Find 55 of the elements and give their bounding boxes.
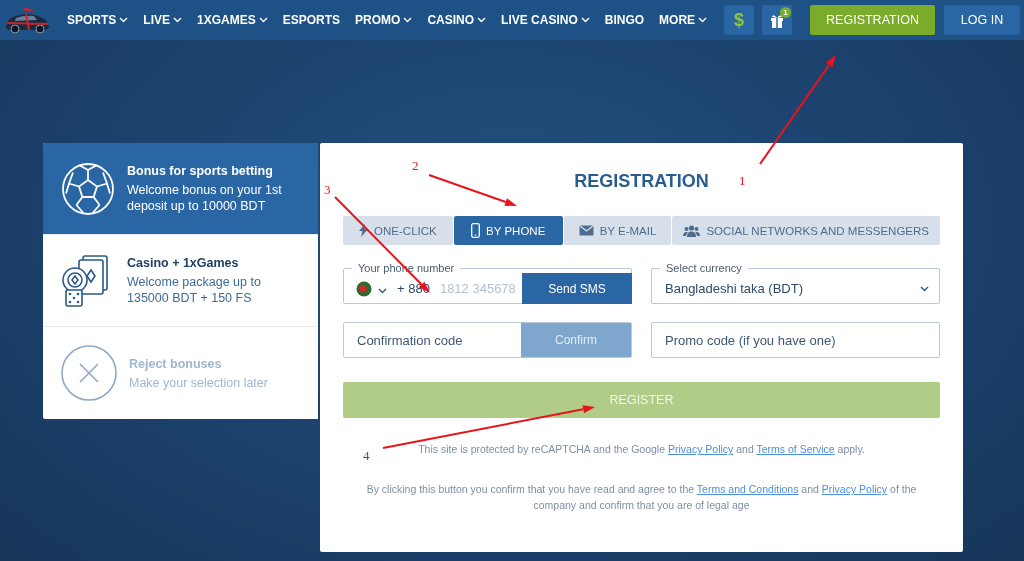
form-title: REGISTRATION [574, 171, 709, 191]
soccer-ball-icon [61, 161, 115, 216]
annotation-number: 4 [363, 448, 370, 463]
chevron-down-icon [403, 17, 413, 23]
login-button[interactable]: LOG IN [944, 5, 1020, 35]
nav-link[interactable]: LIVE [143, 13, 182, 27]
bonus-description: Welcome package up to 135000 BDT + 150 FS [127, 274, 262, 306]
nav-link[interactable]: PROMO [355, 13, 413, 27]
phone-icon [471, 223, 481, 238]
recaptcha-notice: This site is protected by reCAPTCHA and the Google Privacy Policy and Terms of Service apply. [418, 442, 865, 457]
chevron-down-icon [920, 285, 929, 292]
policy-link[interactable]: Terms of Service [756, 443, 835, 455]
gift-icon [770, 12, 784, 28]
notification-badge: 1 [780, 7, 791, 18]
policy-link[interactable]: Privacy Policy [667, 443, 734, 455]
send-sms-button[interactable]: Send SMS [522, 273, 632, 304]
chevron-down-icon [173, 17, 182, 23]
chevron-down-icon [698, 17, 708, 23]
bonus-title: Bonus for sports betting [127, 163, 274, 179]
close-circle-icon [61, 345, 117, 401]
annotation-number: 1 [739, 173, 746, 188]
bonus-option[interactable]: Bonus for sports betting Welcome bonus on your 1st deposit up to 10000 BDT [43, 143, 318, 235]
bonus-option[interactable]: Casino + 1xGames Welcome package up to 135000 BDT + 150 FS [43, 235, 318, 327]
policy-link[interactable]: Privacy Policy [821, 483, 888, 495]
chevron-down-icon [378, 287, 387, 294]
bonus-title: Reject bonuses [129, 355, 223, 372]
tab[interactable]: BY PHONE [453, 216, 563, 245]
legal-notice: By clicking this button you confirm that you have read and agree to the Terms and Conditions and Privacy Policy of the company and confirm that you are of legal age [365, 482, 918, 513]
policy-link[interactable]: Terms and Conditions [696, 483, 799, 495]
lightning-icon [359, 224, 369, 237]
people-icon [683, 224, 701, 237]
nav-link[interactable]: SPORTS [67, 13, 129, 27]
bonus-description: Make your selection later [129, 374, 268, 391]
nav-link[interactable]: CASINO [427, 13, 487, 27]
nav-link[interactable]: 1XGAMES [197, 13, 268, 27]
tab[interactable]: ONE-CLICK [343, 216, 453, 245]
nav-link[interactable]: LIVE CASINO [501, 13, 590, 27]
bonus-title: Casino + 1xGames [127, 255, 240, 271]
flag-icon [356, 280, 372, 297]
envelope-icon [578, 225, 594, 236]
car-logo-icon[interactable] [4, 6, 50, 34]
tab[interactable]: SOCIAL NETWORKS AND MESSENGERS [672, 216, 940, 245]
promo-code-field[interactable]: Promo code (if you have one) [651, 322, 940, 358]
nav-link[interactable]: ESPORTS [282, 13, 341, 27]
chevron-down-icon [119, 17, 129, 23]
currency-select[interactable]: Select currency Bangladeshi taka (BDT) [651, 262, 940, 304]
chevron-down-icon [258, 17, 268, 23]
annotation-number: 3 [324, 182, 331, 197]
bonus-description: Welcome bonus on your 1st deposit up to 10000 BDT [127, 182, 283, 214]
chevron-down-icon [580, 17, 590, 23]
chevron-down-icon [477, 17, 487, 23]
annotation-number: 2 [412, 158, 419, 173]
tab[interactable]: BY E-MAIL [563, 216, 672, 245]
nav-link[interactable]: BINGO [604, 13, 645, 27]
nav-link[interactable]: MORE [659, 13, 708, 27]
